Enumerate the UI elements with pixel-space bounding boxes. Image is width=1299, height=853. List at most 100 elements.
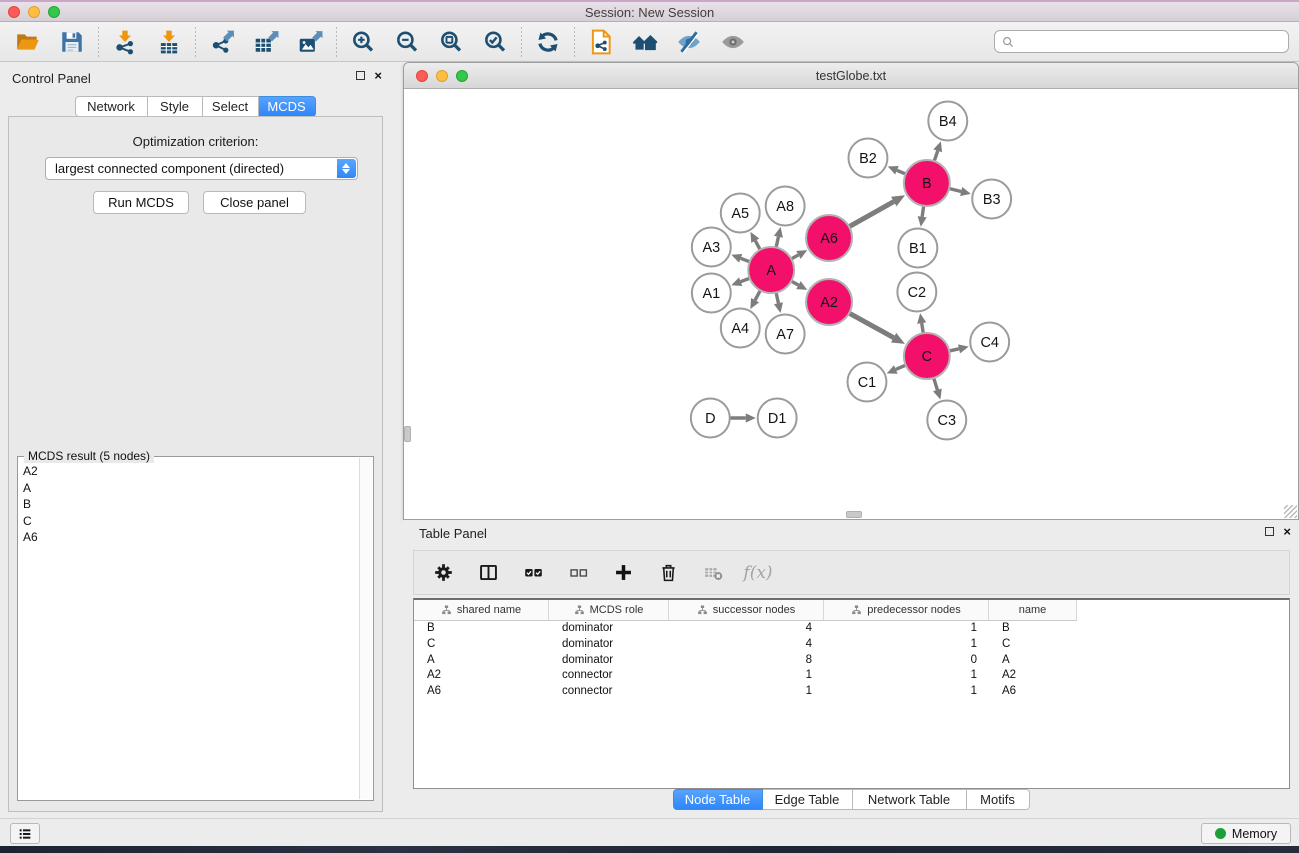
tab-node-table[interactable]: Node Table: [673, 789, 763, 810]
graph-node-C4[interactable]: C4: [970, 323, 1009, 362]
column-header-name[interactable]: name: [989, 600, 1077, 621]
result-list-item[interactable]: A6: [19, 529, 359, 546]
graph-edge-A-A2[interactable]: [790, 280, 808, 290]
graph-edge-B-B4[interactable]: [933, 141, 942, 163]
delete-icon[interactable]: [654, 559, 682, 587]
graph-edge-C-C4[interactable]: [947, 344, 968, 353]
table-cell[interactable]: dominator: [549, 621, 669, 637]
network-canvas[interactable]: B4 B2 B B3 A8 A5 A6 A3 B1 A A1 C2 A2 A4 …: [404, 89, 1298, 519]
resize-grip[interactable]: [1284, 505, 1297, 518]
column-header-successor-nodes[interactable]: successor nodes: [669, 600, 824, 621]
export-image-icon[interactable]: [296, 28, 324, 56]
table-cell[interactable]: dominator: [549, 637, 669, 653]
graph-node-B4[interactable]: B4: [928, 102, 967, 141]
graph-node-C1[interactable]: C1: [848, 363, 887, 402]
column-browser-icon[interactable]: [474, 559, 502, 587]
close-panel-button[interactable]: Close panel: [203, 191, 306, 214]
network-window-titlebar[interactable]: testGlobe.txt: [404, 63, 1298, 89]
share-document-icon[interactable]: [587, 28, 615, 56]
search-input[interactable]: [1015, 32, 1288, 51]
float-table-panel-icon[interactable]: [1265, 527, 1274, 536]
table-cell[interactable]: 4: [669, 637, 824, 653]
table-cell[interactable]: connector: [549, 684, 669, 700]
table-cell[interactable]: A2: [989, 668, 1077, 684]
zoom-out-icon[interactable]: [393, 28, 421, 56]
graph-node-B2[interactable]: B2: [849, 139, 888, 178]
table-cell[interactable]: C: [414, 637, 549, 653]
tab-select[interactable]: Select: [203, 96, 259, 117]
table-cell[interactable]: 1: [669, 668, 824, 684]
tab-network[interactable]: Network: [75, 96, 148, 117]
graph-edge-A-A4[interactable]: [750, 289, 761, 310]
close-table-panel-icon[interactable]: ×: [1283, 526, 1291, 537]
graph-node-B3[interactable]: B3: [972, 180, 1011, 219]
table-cell[interactable]: A: [414, 653, 549, 669]
tab-style[interactable]: Style: [148, 96, 203, 117]
task-history-button[interactable]: [10, 823, 40, 844]
run-mcds-button[interactable]: Run MCDS: [93, 191, 189, 214]
table-cell[interactable]: B: [989, 621, 1077, 637]
vertical-scrollbar-thumb[interactable]: [404, 426, 411, 442]
graph-node-A6[interactable]: A6: [806, 215, 852, 261]
result-list-item[interactable]: C: [19, 513, 359, 530]
graph-edge-A-A1[interactable]: [731, 277, 751, 286]
show-eye-icon[interactable]: [719, 28, 747, 56]
table-row[interactable]: Cdominator41C: [414, 637, 1289, 653]
result-list-item[interactable]: B: [19, 496, 359, 513]
graph-node-A3[interactable]: A3: [692, 228, 731, 267]
table-row[interactable]: Adominator80A: [414, 653, 1289, 669]
graph-node-A5[interactable]: A5: [721, 194, 760, 233]
graph-node-C2[interactable]: C2: [897, 273, 936, 312]
home-icon[interactable]: [631, 28, 659, 56]
graph-edge-B-B2[interactable]: [888, 166, 908, 175]
table-cell[interactable]: A6: [414, 684, 549, 700]
column-header-MCDS-role[interactable]: MCDS role: [549, 600, 669, 621]
table-cell[interactable]: A6: [989, 684, 1077, 700]
table-cell[interactable]: C: [989, 637, 1077, 653]
graph-edge-A-A6[interactable]: [790, 250, 808, 260]
import-network-icon[interactable]: [111, 28, 139, 56]
graph-edge-A6-B[interactable]: [847, 195, 905, 227]
graph-edge-A-A5[interactable]: [750, 232, 761, 252]
zoom-fit-icon[interactable]: [437, 28, 465, 56]
memory-button[interactable]: Memory: [1201, 823, 1291, 844]
graph-node-A[interactable]: A: [748, 247, 794, 293]
export-network-icon[interactable]: [208, 28, 236, 56]
add-icon[interactable]: [609, 559, 637, 587]
tab-edge-table[interactable]: Edge Table: [763, 789, 853, 810]
graph-edge-C-C2[interactable]: [917, 313, 926, 335]
graph-node-B1[interactable]: B1: [898, 229, 937, 268]
graph-edge-C-C1[interactable]: [887, 364, 908, 373]
graph-edge-A-A3[interactable]: [731, 254, 751, 263]
float-panel-icon[interactable]: [356, 71, 365, 80]
save-icon[interactable]: [58, 28, 86, 56]
graph-edge-C-C3[interactable]: [933, 376, 942, 399]
table-cell[interactable]: 1: [824, 684, 989, 700]
table-cell[interactable]: B: [414, 621, 549, 637]
table-cell[interactable]: 8: [669, 653, 824, 669]
graph-node-A2[interactable]: A2: [806, 279, 852, 325]
graph-edge-D-D1[interactable]: [728, 413, 756, 422]
table-cell[interactable]: 4: [669, 621, 824, 637]
graph-node-D1[interactable]: D1: [758, 399, 797, 438]
zoom-in-icon[interactable]: [349, 28, 377, 56]
hide-eye-icon[interactable]: [675, 28, 703, 56]
column-header-predecessor-nodes[interactable]: predecessor nodes: [824, 600, 989, 621]
table-cell[interactable]: A: [989, 653, 1077, 669]
column-header-shared-name[interactable]: shared name: [414, 600, 549, 621]
graph-edge-B-B3[interactable]: [947, 187, 971, 196]
graph-edge-A-A7[interactable]: [774, 291, 783, 313]
table-row[interactable]: A2connector11A2: [414, 668, 1289, 684]
table-cell[interactable]: 1: [824, 621, 989, 637]
graph-node-A4[interactable]: A4: [721, 309, 760, 348]
import-table-icon[interactable]: [155, 28, 183, 56]
tab-motifs[interactable]: Motifs: [967, 789, 1030, 810]
table-cell[interactable]: dominator: [549, 653, 669, 669]
deselect-all-icon[interactable]: [564, 559, 592, 587]
select-all-icon[interactable]: [519, 559, 547, 587]
refresh-icon[interactable]: [534, 28, 562, 56]
graph-node-A7[interactable]: A7: [766, 315, 805, 354]
table-cell[interactable]: connector: [549, 668, 669, 684]
graph-node-D[interactable]: D: [691, 399, 730, 438]
table-cell[interactable]: 1: [824, 668, 989, 684]
